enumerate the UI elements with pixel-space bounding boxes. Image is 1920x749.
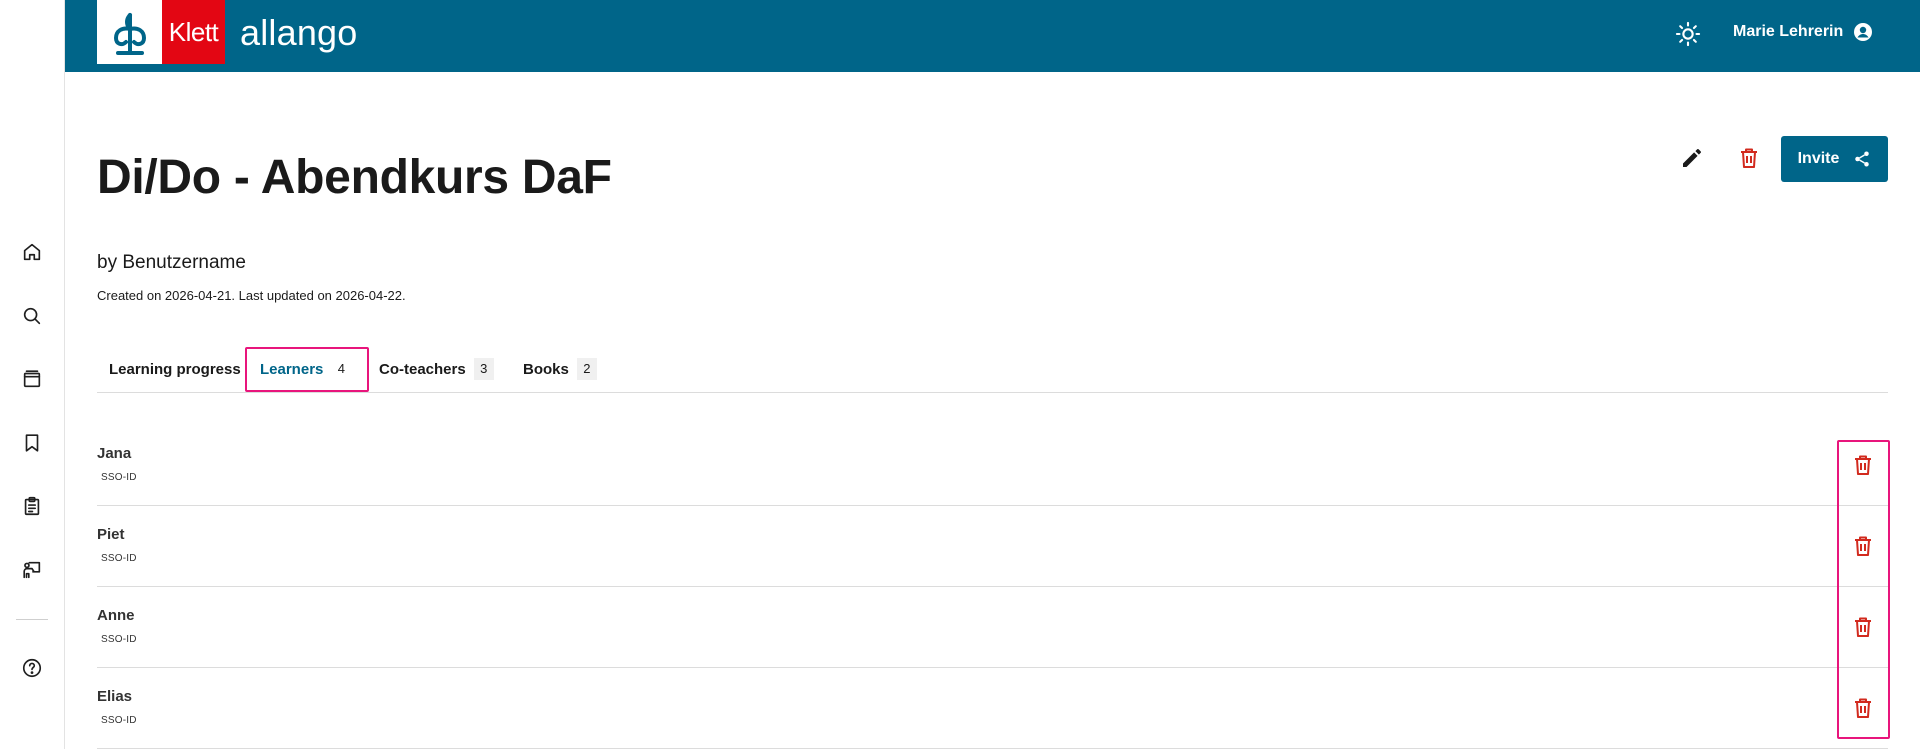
learner-list: Jana SSO-ID Piet SSO-ID Anne SSO-ID Elia… <box>97 425 1888 749</box>
tab-label: Books <box>523 360 569 378</box>
search-icon[interactable] <box>20 304 44 328</box>
top-header: Klett allango Marie Lehrerin <box>65 0 1920 72</box>
tab-learners[interactable]: Learners 4 <box>248 346 363 392</box>
delete-course-button[interactable] <box>1737 146 1763 172</box>
share-icon <box>1855 151 1870 167</box>
edit-course-button[interactable] <box>1680 146 1706 172</box>
tab-count-badge: 4 <box>331 358 352 380</box>
trash-icon <box>1855 617 1871 637</box>
trash-icon <box>1855 455 1871 475</box>
klett-logo[interactable]: Klett <box>97 0 225 64</box>
tab-label: Learners <box>260 360 324 378</box>
tab-learning-progress[interactable]: Learning progress <box>97 346 253 392</box>
tab-bar: Learning progress Learners 4 Co-teachers… <box>97 346 1888 393</box>
brand-name: allango <box>240 12 358 53</box>
remove-learner-button[interactable] <box>1851 534 1877 560</box>
invite-button[interactable]: Invite <box>1781 136 1888 182</box>
list-item: Piet SSO-ID <box>97 506 1888 587</box>
klett-wordmark: Klett <box>162 0 225 64</box>
learner-sso-id: SSO-ID <box>101 472 137 483</box>
tab-label: Learning progress <box>109 360 241 378</box>
bookmark-icon[interactable] <box>20 431 44 455</box>
page-title: Di/Do - Abendkurs DaF <box>97 151 612 204</box>
course-dates: Created on 2026-04-21. Last updated on 2… <box>97 288 406 303</box>
teacher-icon[interactable] <box>20 558 44 582</box>
learner-name: Jana <box>97 445 132 462</box>
library-icon[interactable] <box>20 367 44 391</box>
remove-learner-button[interactable] <box>1851 453 1877 479</box>
tab-label: Co-teachers <box>379 360 466 378</box>
sidebar <box>0 0 65 749</box>
tab-count-badge: 2 <box>576 358 597 380</box>
trash-icon <box>1855 698 1871 718</box>
theme-toggle-sun-icon[interactable] <box>1674 20 1702 48</box>
trash-icon <box>1741 148 1757 168</box>
user-name: Marie Lehrerin <box>1733 23 1844 40</box>
learner-sso-id: SSO-ID <box>101 634 137 645</box>
pencil-icon <box>1683 149 1701 167</box>
tab-co-teachers[interactable]: Co-teachers 3 <box>367 346 506 392</box>
help-icon[interactable] <box>20 656 44 680</box>
tab-count-badge: 3 <box>473 358 494 380</box>
home-icon[interactable] <box>20 240 44 264</box>
learner-name: Elias <box>97 688 133 705</box>
learner-name: Piet <box>97 526 125 543</box>
course-author: by Benutzername <box>97 252 246 273</box>
learner-sso-id: SSO-ID <box>101 553 137 564</box>
list-item: Elias SSO-ID <box>97 668 1888 749</box>
learner-name: Anne <box>97 607 135 624</box>
list-item: Anne SSO-ID <box>97 587 1888 668</box>
trash-icon <box>1855 536 1871 556</box>
clipboard-icon[interactable] <box>20 494 44 518</box>
remove-learner-button[interactable] <box>1851 615 1877 641</box>
tab-books[interactable]: Books 2 <box>511 346 609 392</box>
sidebar-divider <box>16 619 48 620</box>
user-account-icon <box>1854 23 1873 41</box>
learner-sso-id: SSO-ID <box>101 715 137 726</box>
remove-learner-button[interactable] <box>1851 696 1877 722</box>
user-menu[interactable]: Marie Lehrerin <box>1733 22 1873 42</box>
list-item: Jana SSO-ID <box>97 425 1888 506</box>
invite-label: Invite <box>1797 150 1840 167</box>
klett-clover-icon <box>97 0 162 64</box>
